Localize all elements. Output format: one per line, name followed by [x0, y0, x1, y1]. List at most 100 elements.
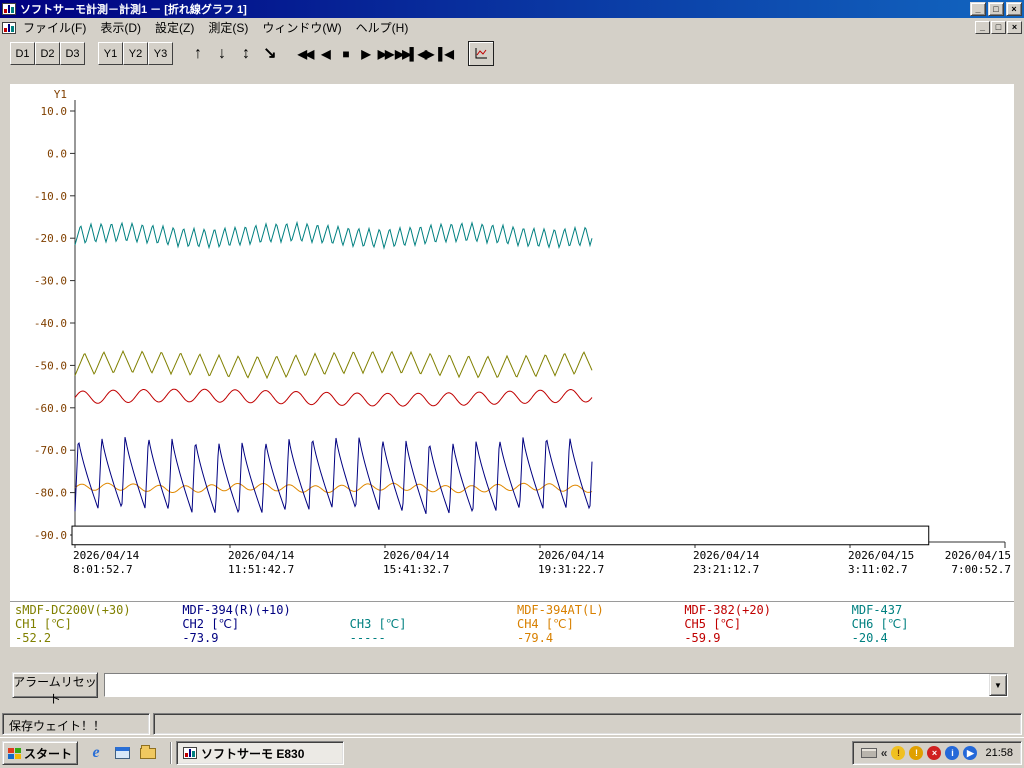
mdi-child-icon[interactable]	[2, 22, 16, 34]
internet-explorer-icon[interactable]: e	[86, 743, 106, 763]
media-buttons: ◀◀◀■▶▶▶▶▶▌◀▶▌◀	[295, 42, 455, 66]
app-icon	[2, 3, 16, 15]
application-window: ソフトサーモ計測－計測1 － [折れ線グラフ 1] _ □ × ファイル(F)表…	[0, 0, 1024, 768]
error-icon[interactable]: ×	[927, 746, 941, 760]
series-ch2	[75, 437, 592, 514]
legend-channel-1: sMDF-DC200V(+30)CH1 [℃]-52.2	[10, 602, 177, 647]
menu-item-3[interactable]: 測定(S)	[201, 17, 255, 38]
sensor-name: sMDF-DC200V(+30)	[15, 603, 175, 617]
first-data-button[interactable]: ▌◀	[435, 42, 455, 66]
graph-icon	[473, 47, 489, 61]
taskbar-task-button[interactable]: ソフトサーモ E830	[176, 741, 344, 765]
channel-label: CH5 [℃]	[684, 617, 844, 631]
channel-value: -20.4	[852, 631, 1012, 645]
axis-button-y3[interactable]: Y3	[148, 42, 173, 65]
x-tick-date: 2026/04/14	[538, 549, 605, 562]
windows-logo-icon	[8, 748, 21, 759]
menu-item-1[interactable]: 表示(D)	[93, 17, 148, 38]
mdi-restore-button[interactable]: □	[991, 21, 1006, 34]
legend-channel-2: MDF-394(R)(+10)CH2 [℃]-73.9	[177, 602, 344, 647]
y-tick-label: -30.0	[34, 275, 67, 288]
axis-button-y1[interactable]: Y1	[98, 42, 123, 65]
hide-icons-chevron[interactable]: «	[881, 746, 888, 760]
task-app-icon	[183, 747, 197, 759]
keyboard-icon[interactable]	[861, 748, 877, 758]
status-panel-secondary	[153, 713, 1022, 735]
channel-label: CH4 [℃]	[517, 617, 677, 631]
window-title: ソフトサーモ計測－計測1 － [折れ線グラフ 1]	[20, 1, 968, 17]
warning-icon[interactable]: !	[891, 746, 905, 760]
display-buttons: D1D2D3	[10, 42, 85, 65]
menu-item-2[interactable]: 設定(Z)	[148, 17, 201, 38]
menubar: ファイル(F)表示(D)設定(Z)測定(S)ウィンドウ(W)ヘルプ(H) _ □…	[0, 18, 1024, 37]
graph-window-button[interactable]	[468, 41, 494, 66]
latest-data-button[interactable]: ▶▶▌	[395, 42, 415, 66]
x-tick-date: 2026/04/15	[945, 549, 1011, 562]
sensor-name: MDF-394(R)(+10)	[182, 603, 342, 617]
play-icon[interactable]: ▶	[963, 746, 977, 760]
series-ch5	[75, 389, 592, 406]
axis-button-y2[interactable]: Y2	[123, 42, 148, 65]
series-ch1	[75, 351, 592, 378]
display-button-d3[interactable]: D3	[60, 42, 85, 65]
sensor-name	[350, 603, 510, 617]
menu-item-4[interactable]: ウィンドウ(W)	[255, 17, 348, 38]
combo-value[interactable]	[105, 674, 989, 696]
x-tick-date: 2026/04/14	[228, 549, 295, 562]
x-tick-date: 2026/04/14	[693, 549, 760, 562]
expand-x-button[interactable]: ◀▶	[415, 42, 435, 66]
stop-button[interactable]: ■	[335, 42, 355, 66]
arrow-buttons: ↑↓↕↘	[186, 42, 282, 66]
client-area: Y110.00.0-10.0-20.0-30.0-40.0-50.0-60.0-…	[0, 70, 1024, 711]
channel-label: CH3 [℃]	[350, 617, 510, 631]
desktop-icon[interactable]	[112, 743, 132, 763]
start-button[interactable]: スタート	[2, 741, 78, 765]
scroll-left-button[interactable]: ◀	[315, 42, 335, 66]
scroll-range-box[interactable]	[72, 526, 929, 545]
taskbar-clock: 21:58	[985, 747, 1013, 759]
scroll-down-button[interactable]: ↓	[210, 42, 234, 66]
chart-panel: Y110.00.0-10.0-20.0-30.0-40.0-50.0-60.0-…	[10, 84, 1014, 647]
y-axis-label: Y1	[54, 88, 67, 101]
x-tick-time: 3:11:02.7	[848, 563, 908, 576]
scroll-right-button[interactable]: ▶	[355, 42, 375, 66]
x-tick-time: 23:21:12.7	[693, 563, 759, 576]
info-icon[interactable]: i	[945, 746, 959, 760]
taskbar-separator	[170, 742, 172, 764]
minimize-button[interactable]: _	[970, 2, 986, 16]
mdi-close-button[interactable]: ×	[1007, 21, 1022, 34]
menu-item-5[interactable]: ヘルプ(H)	[349, 17, 416, 38]
x-tick-date: 2026/04/14	[73, 549, 140, 562]
series-ch6	[75, 223, 592, 248]
status-message: 保存ウェイト！！	[2, 713, 150, 735]
folder-icon[interactable]	[138, 743, 158, 763]
y-tick-label: 10.0	[41, 105, 68, 118]
scroll-home-button[interactable]: ◀◀	[295, 42, 315, 66]
y-tick-label: 0.0	[47, 147, 67, 160]
restore-button[interactable]: □	[988, 2, 1004, 16]
mdi-minimize-button[interactable]: _	[975, 21, 990, 34]
scroll-end-button[interactable]: ▶▶	[375, 42, 395, 66]
x-tick-time: 11:51:42.7	[228, 563, 294, 576]
toolbar: D1D2D3 Y1Y2Y3 ↑↓↕↘ ◀◀◀■▶▶▶▶▶▌◀▶▌◀	[0, 37, 1024, 70]
alert-icon[interactable]: !	[909, 746, 923, 760]
titlebar[interactable]: ソフトサーモ計測－計測1 － [折れ線グラフ 1] _ □ ×	[0, 0, 1024, 18]
alarm-reset-button[interactable]: アラームリセット	[12, 672, 98, 698]
axis-buttons: Y1Y2Y3	[98, 42, 173, 65]
display-button-d1[interactable]: D1	[10, 42, 35, 65]
legend-channel-5: MDF-382(+20)CH5 [℃]-59.9	[679, 602, 846, 647]
close-button[interactable]: ×	[1006, 2, 1022, 16]
menu-items: ファイル(F)表示(D)設定(Z)測定(S)ウィンドウ(W)ヘルプ(H)	[16, 17, 415, 38]
scroll-up-button[interactable]: ↑	[186, 42, 210, 66]
chevron-down-icon: ▼	[994, 681, 1002, 690]
zoom-corner-button[interactable]: ↘	[258, 42, 282, 66]
channel-value: -52.2	[15, 631, 175, 645]
display-button-d2[interactable]: D2	[35, 42, 60, 65]
fit-vertical-button[interactable]: ↕	[234, 42, 258, 66]
y-tick-label: -80.0	[34, 487, 67, 500]
alarm-combobox[interactable]: ▼	[104, 673, 1008, 697]
menu-item-0[interactable]: ファイル(F)	[16, 17, 93, 38]
combo-dropdown-button[interactable]: ▼	[989, 674, 1007, 696]
quick-launch: e	[86, 743, 158, 763]
x-tick-time: 15:41:32.7	[383, 563, 449, 576]
